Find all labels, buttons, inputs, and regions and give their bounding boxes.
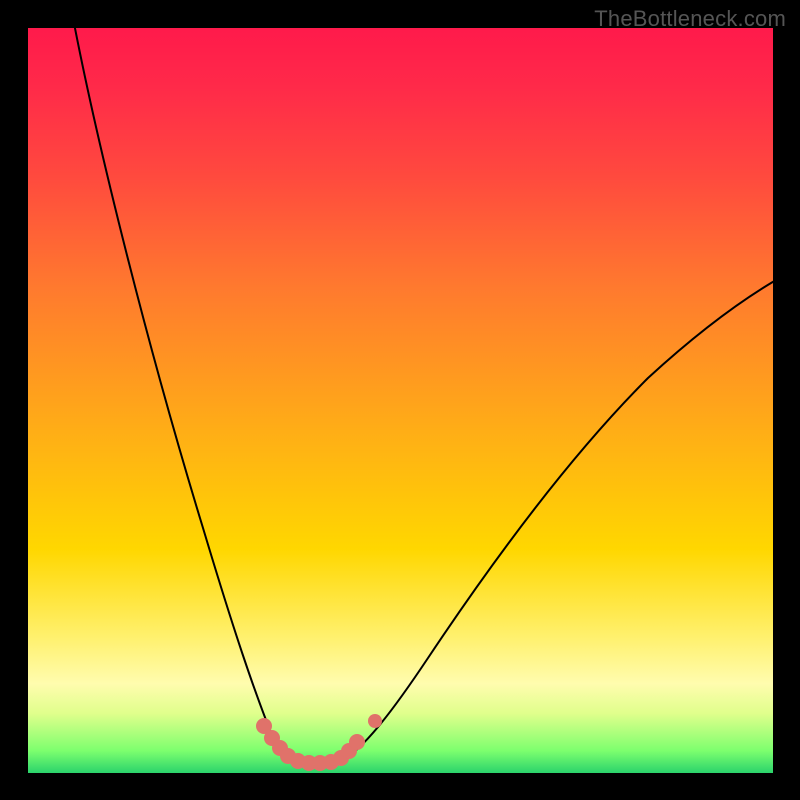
bead-separate xyxy=(368,714,382,728)
plot-area xyxy=(28,28,773,773)
right-curve xyxy=(343,276,773,760)
bead xyxy=(349,734,365,750)
chart-wrapper: TheBottleneck.com xyxy=(0,0,800,800)
curve-layer xyxy=(28,28,773,773)
left-curve xyxy=(73,28,291,760)
attribution-text: TheBottleneck.com xyxy=(594,6,786,32)
